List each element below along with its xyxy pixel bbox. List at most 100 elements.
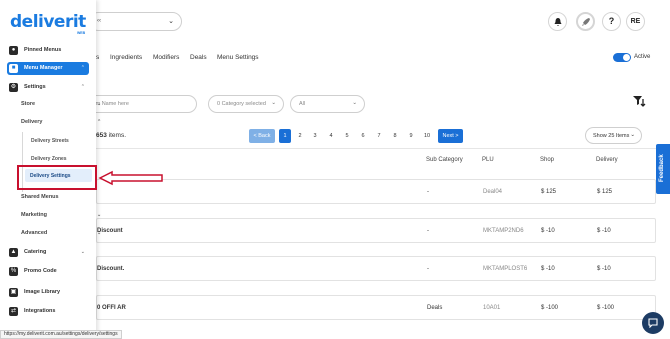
- chevron-down-icon: ⌄: [80, 249, 85, 255]
- status-bar-url: https://my.deliverit.com.au/settings/del…: [0, 330, 122, 339]
- column-sub-category: Sub Category: [426, 157, 463, 163]
- sidebar-item-advanced[interactable]: Advanced ⌄: [21, 230, 101, 236]
- page-4-button[interactable]: 4: [325, 129, 337, 143]
- table-row[interactable]: 0 OFFI AR Deals 10A01 $ -100 $ -100: [96, 295, 656, 320]
- chevron-up-icon: ⌃: [80, 65, 85, 71]
- page-7-button[interactable]: 7: [373, 129, 385, 143]
- row-sub-category: Deals: [427, 305, 443, 311]
- sidebar-item-shared-menus[interactable]: Shared Menus: [21, 194, 59, 200]
- rocket-button[interactable]: [576, 12, 595, 31]
- row-shop-price: $ 125: [541, 189, 557, 195]
- chevron-down-icon: ⌄: [630, 132, 635, 138]
- chevron-down-icon: ⌄: [352, 100, 357, 106]
- pointer-arrow-icon: [98, 170, 163, 186]
- category-select-value: 0 Category selected: [217, 101, 266, 107]
- bell-icon: [554, 18, 561, 26]
- tab-modifiers[interactable]: Modifiers: [153, 54, 179, 61]
- page-6-button[interactable]: 6: [357, 129, 369, 143]
- gear-icon: ⚙: [9, 83, 18, 92]
- sidebar-item-delivery[interactable]: Delivery ⌃: [21, 119, 101, 125]
- help-button[interactable]: ?: [602, 12, 621, 31]
- page-5-button[interactable]: 5: [341, 129, 353, 143]
- active-toggle[interactable]: [613, 53, 631, 62]
- row-delivery-price: $ -100: [597, 305, 615, 311]
- sidebar-item-label: Delivery: [21, 119, 43, 125]
- sidebar-item-settings[interactable]: ⚙ Settings ⌃: [7, 81, 89, 94]
- page-10-button[interactable]: 10: [420, 129, 434, 143]
- row-sub-category: -: [427, 228, 429, 234]
- table-row[interactable]: Discount. - MKTAMPLOST6 $ -10 $ -10: [96, 256, 656, 281]
- deliverit-logo: deliverit: [10, 12, 86, 32]
- tab-items[interactable]: s: [96, 54, 99, 61]
- logo-subtitle: WEB: [77, 31, 86, 35]
- table-header: Sub Category PLU Shop Delivery: [96, 148, 656, 171]
- chat-icon: [648, 318, 658, 329]
- column-delivery: Delivery: [596, 157, 618, 163]
- sidebar-item-label: Integrations: [24, 308, 56, 314]
- sidebar-item-marketing[interactable]: Marketing ⌄: [21, 212, 101, 218]
- row-sub-category: -: [427, 189, 429, 195]
- sidebar-item-label: Settings: [24, 84, 46, 90]
- table-row[interactable]: Discount - MKTAMP2ND6 $ -10 $ -10: [96, 218, 656, 243]
- sidebar-item-store[interactable]: Store ⌄: [21, 101, 101, 107]
- next-page-button[interactable]: Next >: [438, 129, 463, 143]
- page-size-select[interactable]: Show 25 Items ⌄: [585, 127, 642, 144]
- row-plu: 10A01: [483, 305, 501, 311]
- chevron-up-icon: ⌃: [80, 84, 85, 90]
- row-delivery-price: $ 125: [597, 189, 613, 195]
- help-icon: ?: [608, 16, 615, 26]
- user-avatar-button[interactable]: RE: [626, 12, 645, 31]
- page-8-button[interactable]: 8: [389, 129, 401, 143]
- feedback-label: Feedback: [659, 154, 665, 182]
- sidebar-item-image-library[interactable]: ▣ Image Library: [7, 286, 89, 299]
- chevron-down-icon: ⌄: [168, 18, 174, 25]
- sidebar-item-catering[interactable]: ▲ Catering ⌄: [7, 246, 89, 259]
- chevron-down-icon: ⌄: [97, 230, 102, 236]
- sidebar-item-pinned-menus[interactable]: ● Pinned Menus: [7, 44, 89, 57]
- tab-ingredients[interactable]: Ingredients: [110, 54, 142, 61]
- sidebar-item-integrations[interactable]: ⇄ Integrations: [7, 305, 89, 318]
- chevron-down-icon: ⌄: [97, 101, 102, 107]
- sidebar-item-label: Advanced: [21, 230, 48, 236]
- items-count: 653 items.: [96, 132, 126, 139]
- row-plu: Deal04: [483, 189, 503, 195]
- row-plu: MKTAMPLOST6: [483, 266, 528, 272]
- table-row[interactable]: - Deal04 $ 125 $ 125: [96, 179, 656, 204]
- row-name: Discount.: [97, 266, 125, 272]
- status-select-value: All: [299, 101, 306, 107]
- row-plu: MKTAMP2ND6: [483, 228, 524, 234]
- chat-button[interactable]: [642, 312, 664, 334]
- sidebar-item-label: Promo Code: [24, 268, 57, 274]
- sidebar-item-label: Pinned Menus: [24, 47, 62, 53]
- user-initials: RE: [630, 18, 641, 25]
- prev-page-button[interactable]: < Back: [249, 129, 275, 143]
- branch-select[interactable]: ‹‹ ⌄: [89, 12, 182, 31]
- integrations-icon: ⇄: [9, 307, 18, 316]
- page-2-button[interactable]: 2: [294, 129, 306, 143]
- page-9-button[interactable]: 9: [405, 129, 417, 143]
- category-select[interactable]: 0 Category selected ⌄: [208, 95, 284, 113]
- notification-bell-button[interactable]: [548, 12, 567, 31]
- sidebar-item-label: Catering: [24, 249, 47, 255]
- active-toggle-label: Active: [634, 54, 651, 60]
- sidebar-item-label: Marketing: [21, 212, 47, 218]
- toggle-knob: [623, 54, 630, 61]
- tab-menu-settings[interactable]: Menu Settings: [217, 54, 259, 61]
- sidebar-item-menu-manager[interactable]: ■ Menu Manager ⌃: [7, 62, 89, 75]
- chevron-down-icon: ⌄: [97, 212, 102, 218]
- sort-filter-button[interactable]: [630, 94, 648, 112]
- status-select[interactable]: All ⌄: [290, 95, 365, 113]
- sidebar-item-label: Menu Manager: [24, 65, 63, 71]
- tab-deals[interactable]: Deals: [190, 54, 207, 61]
- sidebar-item-promo-code[interactable]: % Promo Code: [7, 265, 89, 278]
- column-shop: Shop: [540, 157, 555, 163]
- page-3-button[interactable]: 3: [309, 129, 321, 143]
- sidebar-item-delivery-streets[interactable]: Delivery Streets: [31, 138, 69, 144]
- chevron-down-icon: ⌄: [271, 100, 276, 106]
- page-1-button[interactable]: 1: [279, 129, 291, 143]
- feedback-tab[interactable]: Feedback: [656, 144, 670, 194]
- promo-tag-icon: %: [9, 267, 18, 276]
- filter-sort-icon: [633, 96, 646, 107]
- pin-icon: ●: [9, 46, 18, 55]
- sidebar-item-delivery-zones[interactable]: Delivery Zones: [31, 156, 67, 162]
